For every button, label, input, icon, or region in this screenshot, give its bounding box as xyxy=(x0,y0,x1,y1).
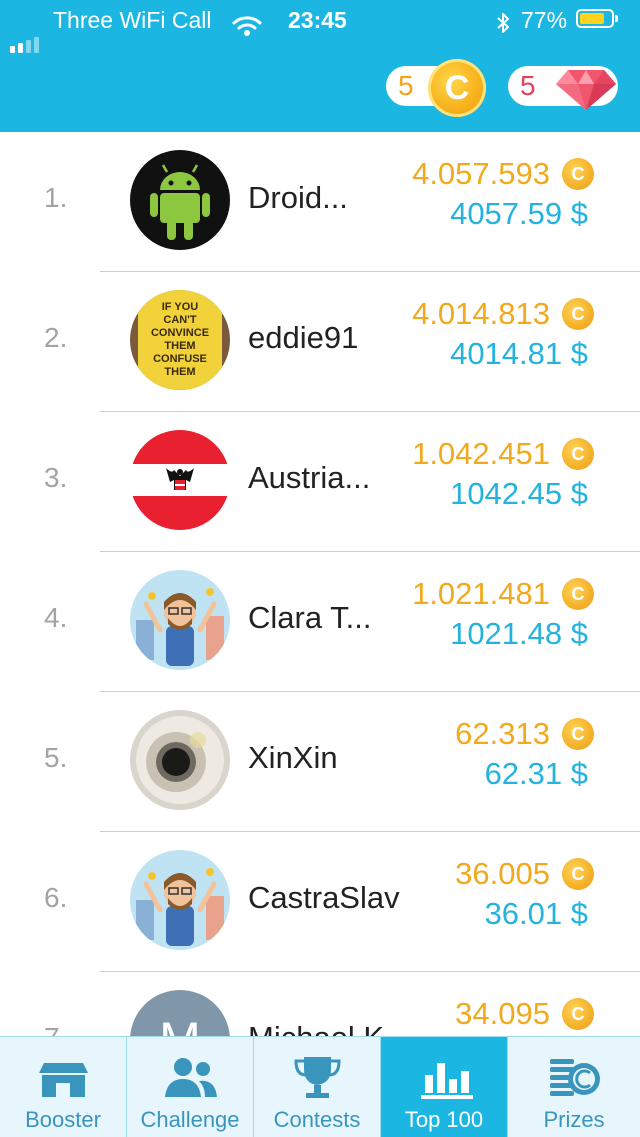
avatar: IF YOU CAN'T CONVINCE THEM CONFUSE THEM xyxy=(130,290,230,390)
gems-count: 5 xyxy=(520,70,536,101)
tab-label: Challenge xyxy=(140,1107,240,1132)
coin-icon: C xyxy=(562,158,594,190)
usd-value: 36.01 $ xyxy=(484,896,588,931)
coin-icon: C xyxy=(562,578,594,610)
tab-label: Contests xyxy=(273,1107,361,1132)
username: eddie91 xyxy=(248,320,359,355)
users-icon xyxy=(165,1058,217,1097)
svg-text:IF YOU: IF YOU xyxy=(162,301,199,313)
coin-score: 4.057.593 xyxy=(412,156,550,191)
bar-chart-icon xyxy=(421,1063,473,1099)
rank-number: 2. xyxy=(44,322,68,353)
coin-icon: C xyxy=(562,998,594,1030)
austria-flag-icon xyxy=(130,430,230,530)
status-bar: Three WiFi Call 23:45 77% xyxy=(0,0,640,53)
avatar xyxy=(130,570,230,670)
coin-score: 4.014.813 xyxy=(412,296,550,331)
coins-count: 5 xyxy=(398,70,414,101)
svg-text:THEM: THEM xyxy=(164,340,195,352)
usd-value: 1021.48 $ xyxy=(450,616,588,651)
rank-number: 5. xyxy=(44,742,68,773)
gem-icon xyxy=(556,70,616,110)
bluetooth-icon xyxy=(494,7,512,47)
rank-number: 4. xyxy=(44,602,68,633)
username: Droid... xyxy=(248,180,348,215)
tab-prizes[interactable]: Prizes xyxy=(508,1037,640,1137)
tab-booster[interactable]: Booster xyxy=(0,1037,127,1137)
rank-number: 1. xyxy=(44,182,68,213)
avatar-letter: M xyxy=(130,990,230,1036)
svg-text:CONFUSE: CONFUSE xyxy=(153,353,207,365)
avatar xyxy=(130,710,230,810)
svg-text:THEM: THEM xyxy=(164,366,195,378)
clock: 23:45 xyxy=(288,7,347,33)
username: CastraSlav xyxy=(248,880,400,915)
leaderboard-row[interactable]: 3. Austria... 1.042.451 C 1042.45 $ xyxy=(0,412,640,552)
coin-icon: C xyxy=(428,59,486,117)
tab-challenge[interactable]: Challenge xyxy=(127,1037,254,1137)
android-logo-icon xyxy=(130,150,230,250)
username: Michael K... xyxy=(248,1020,410,1036)
coin-icon: C xyxy=(562,858,594,890)
cartoon-man-icon xyxy=(130,850,230,950)
rank-number: 7. xyxy=(44,1022,67,1036)
leaderboard-row[interactable]: 7. M Michael K... 34.095 C xyxy=(0,972,640,1036)
usd-value: 4057.59 $ xyxy=(450,196,588,231)
tab-contests[interactable]: Contests xyxy=(254,1037,381,1137)
svg-text:CAN'T: CAN'T xyxy=(163,314,196,326)
wifi-icon xyxy=(232,9,262,49)
coin-score: 1.042.451 xyxy=(412,436,550,471)
usd-value: 62.31 $ xyxy=(484,756,588,791)
avatar xyxy=(130,150,230,250)
app-header: Three WiFi Call 23:45 77% 5 C 5 xyxy=(0,0,640,132)
bottom-tab-bar: Booster Challenge Contests Top 100 Prize… xyxy=(0,1036,640,1137)
leaderboard-list[interactable]: 1. Droid... 4.057.593 C 4057.59 $ 2. IF … xyxy=(0,132,640,1036)
tab-label: Top 100 xyxy=(404,1107,484,1132)
tab-label: Prizes xyxy=(543,1107,605,1132)
leaderboard-row[interactable]: 4. Clara T... 1.021.481 C 1021.48 $ xyxy=(0,552,640,692)
username: Clara T... xyxy=(248,600,372,635)
coin-icon: C xyxy=(562,718,594,750)
avatar xyxy=(130,850,230,950)
coin-score: 34.095 xyxy=(455,996,550,1031)
coin-icon: C xyxy=(562,438,594,470)
rank-number: 3. xyxy=(44,462,68,493)
coin-score: 36.005 xyxy=(455,856,550,891)
tab-top-100[interactable]: Top 100 xyxy=(381,1037,508,1137)
battery-icon xyxy=(576,9,618,28)
leaderboard-row[interactable]: 2. IF YOU CAN'T CONVINCE THEM CONFUSE TH… xyxy=(0,272,640,412)
trophy-icon xyxy=(294,1057,341,1098)
svg-text:CONVINCE: CONVINCE xyxy=(151,327,209,339)
store-icon xyxy=(39,1063,88,1097)
battery-percent: 77% xyxy=(521,7,568,33)
username: XinXin xyxy=(248,740,338,775)
coin-score: 1.021.481 xyxy=(412,576,550,611)
carrier-name: Three WiFi Call xyxy=(53,7,212,33)
tab-label: Booster xyxy=(25,1107,101,1132)
leaderboard-row[interactable]: 6. CastraSlav 36.005 C 36.01 $ xyxy=(0,832,640,972)
cartoon-man-icon xyxy=(130,570,230,670)
sign-photo-icon: IF YOU CAN'T CONVINCE THEM CONFUSE THEM xyxy=(130,290,230,390)
avatar xyxy=(130,430,230,530)
coin-score: 62.313 xyxy=(455,716,550,751)
leaderboard-row[interactable]: 5. XinXin 62.313 C 62.31 $ xyxy=(0,692,640,832)
usd-value: 4014.81 $ xyxy=(450,336,588,371)
rank-number: 6. xyxy=(44,882,68,913)
coin-stack-icon xyxy=(550,1059,600,1096)
avatar: M xyxy=(130,990,230,1036)
cup-photo-icon xyxy=(130,710,230,810)
usd-value: 1042.45 $ xyxy=(450,476,588,511)
username: Austria... xyxy=(248,460,371,495)
coin-icon: C xyxy=(562,298,594,330)
leaderboard-row[interactable]: 1. Droid... 4.057.593 C 4057.59 $ xyxy=(0,132,640,272)
signal-icon xyxy=(10,13,42,53)
